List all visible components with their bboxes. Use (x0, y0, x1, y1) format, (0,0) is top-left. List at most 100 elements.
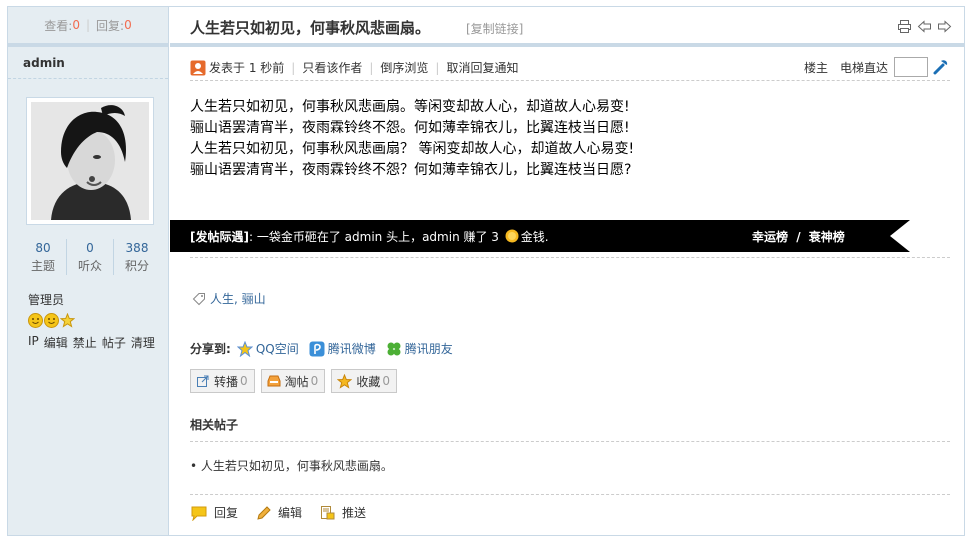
floor-navigation: 楼主 电梯直达 (804, 57, 950, 77)
avatar-frame[interactable] (26, 97, 154, 225)
divider (190, 441, 950, 442)
author-sidebar: 查看: 0 | 回复: 0 admin 80 主题 0 听众 388 积分 管理… (8, 7, 169, 535)
post-meta-bar: 发表于 1 秒前 | 只看该作者 | 倒序浏览 | 取消回复通知 楼主 电梯直达 (190, 57, 950, 81)
ip-link[interactable]: IP (28, 334, 39, 351)
next-thread-icon[interactable] (937, 19, 952, 34)
views-count: 0 (72, 18, 80, 32)
only-author-link[interactable]: 只看该作者 (302, 59, 362, 76)
user-level-icons (28, 313, 75, 328)
stat-label: 主题 (30, 259, 55, 273)
stat-threads[interactable]: 80 主题 (20, 239, 67, 275)
star-level-icon (60, 313, 75, 328)
views-label: 查看: (44, 18, 73, 33)
stat-followers[interactable]: 0 听众 (67, 239, 114, 275)
star-icon (337, 373, 353, 389)
meta-divider: | (435, 60, 440, 75)
thread-tags: 人生, 骊山 (192, 290, 266, 307)
floor-jump-input[interactable] (894, 57, 928, 77)
user-posts-link[interactable]: 帖子 (102, 334, 126, 351)
forward-icon (197, 375, 209, 387)
reward-prefix: [发帖际遇] (190, 230, 249, 244)
share-label: 分享到: (190, 342, 231, 356)
favorite-label: 收藏 (356, 374, 381, 389)
thread-title: 人生若只如初见，何事秋风悲画扇。 (190, 19, 431, 37)
related-threads-title: 相关帖子 (190, 418, 239, 432)
post-footer-actions: 回复 编辑 推送 (190, 504, 384, 521)
collect-to-album-button[interactable]: 淘帖 0 (260, 369, 326, 393)
posted-time: 发表于 1 秒前 (209, 61, 285, 75)
sun-level-icon (44, 313, 59, 328)
edit-user-link[interactable]: 编辑 (44, 334, 68, 351)
post-content: 人生若只如初见，何事秋风悲画扇。等闲变却故人心，却道故人心易变! 骊山语罢清宵半… (190, 97, 634, 181)
content-line: 骊山语罢清宵半，夜雨霖铃终不怨？何如薄幸锦衣儿，比翼连枝当日愿? (190, 162, 632, 178)
replies-label: 回复: (96, 18, 125, 33)
reward-bar-notch (890, 220, 910, 252)
collect-to-album-count: 0 (310, 374, 319, 388)
stat-value: 80 (35, 241, 51, 255)
qzone-icon (236, 340, 253, 357)
floor-label: 楼主 (803, 60, 828, 75)
share-weibo-label: 腾讯微博 (327, 342, 376, 356)
unlucky-rank-link[interactable]: 衰神榜 (809, 230, 845, 244)
clean-user-link[interactable]: 清理 (131, 334, 155, 351)
reverse-order-link[interactable]: 倒序浏览 (380, 59, 428, 76)
tencent-friends-icon (387, 342, 401, 355)
stat-value: 388 (125, 241, 149, 255)
share-bar: 分享到: QQ空间 腾讯微博 腾讯朋友 (190, 340, 463, 357)
rank-divider: / (796, 230, 801, 244)
meta-divider: | (369, 60, 374, 75)
jump-go-icon[interactable] (932, 58, 950, 76)
coin-icon (505, 229, 519, 243)
share-weibo-link[interactable]: 腾讯微博 (309, 340, 376, 357)
replies-count: 0 (124, 18, 132, 32)
avatar[interactable] (31, 102, 149, 220)
stat-points[interactable]: 388 积分 (114, 239, 160, 275)
post-action-buttons: 转播 0 淘帖 0 收藏 0 (190, 369, 397, 393)
divider (190, 257, 950, 258)
pencil-icon (257, 505, 271, 520)
content-line: 骊山语罢清宵半，夜雨霖铃终不怨。何如薄幸锦衣儿，比翼连枝当日愿! (190, 120, 630, 136)
tray-icon (267, 375, 281, 387)
reward-currency: 金钱. (520, 230, 549, 244)
print-icon[interactable] (897, 19, 912, 34)
push-button[interactable]: 推送 (320, 504, 366, 521)
rank-links: 幸运榜 / 衰神榜 (752, 228, 845, 245)
view-reply-counter: 查看: 0 | 回复: 0 (8, 7, 168, 47)
stat-value: 0 (86, 241, 94, 255)
forward-count: 0 (240, 374, 248, 388)
post-container: 查看: 0 | 回复: 0 admin 80 主题 0 听众 388 积分 管理… (7, 6, 965, 536)
related-thread-link[interactable]: • 人生若只如初见，何事秋风悲画扇。 (190, 457, 393, 474)
user-group[interactable]: 管理员 (28, 291, 64, 308)
reward-text: : 一袋金币砸在了 admin 头上，admin 赚了 3 (248, 230, 499, 244)
meta-divider: | (291, 60, 296, 75)
share-qzone-label: QQ空间 (255, 342, 299, 356)
divider (190, 494, 950, 495)
tag-icon (192, 292, 205, 305)
cancel-notify-link[interactable]: 取消回复通知 (446, 59, 518, 76)
tencent-weibo-icon (309, 341, 325, 356)
author-name[interactable]: admin (8, 47, 168, 79)
reply-button[interactable]: 回复 (190, 504, 238, 521)
prev-thread-icon[interactable] (917, 19, 932, 34)
favorite-button[interactable]: 收藏 0 (331, 369, 397, 393)
post-reward-bar: [发帖际遇]: 一袋金币砸在了 admin 头上，admin 赚了 3 金钱. … (170, 220, 910, 252)
ban-user-link[interactable]: 禁止 (73, 334, 97, 351)
push-label: 推送 (342, 506, 367, 520)
post-main: 人生若只如初见，何事秋风悲画扇。 [复制链接] 发表于 1 秒前 | 只看该作者… (170, 7, 964, 535)
thread-tools (897, 19, 952, 34)
reply-label: 回复 (214, 506, 239, 520)
edit-button[interactable]: 编辑 (256, 504, 302, 521)
reply-bubble-icon (191, 506, 207, 521)
share-friends-link[interactable]: 腾讯朋友 (386, 340, 453, 357)
tag-links[interactable]: 人生, 骊山 (210, 290, 266, 307)
forward-button[interactable]: 转播 0 (190, 369, 255, 393)
collect-to-album-label: 淘帖 (284, 374, 309, 389)
author-stats: 80 主题 0 听众 388 积分 (20, 239, 160, 275)
lucky-rank-link[interactable]: 幸运榜 (752, 230, 788, 244)
post-meta-links: 发表于 1 秒前 | 只看该作者 | 倒序浏览 | 取消回复通知 (190, 59, 518, 76)
share-friends-label: 腾讯朋友 (404, 342, 453, 356)
stat-label: 积分 (124, 259, 149, 273)
share-qzone-link[interactable]: QQ空间 (236, 340, 299, 357)
copy-link-button[interactable]: [复制链接] (466, 20, 523, 37)
stat-label: 听众 (77, 259, 102, 273)
